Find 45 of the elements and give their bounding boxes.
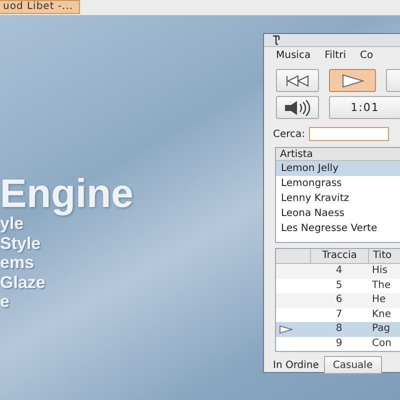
speaker-icon — [284, 100, 312, 116]
column-header[interactable]: Traccia — [310, 249, 368, 263]
wallpaper-text: Style — [0, 234, 41, 253]
previous-icon — [284, 74, 310, 86]
track-number: 8 — [334, 322, 344, 336]
wallpaper-text: ems — [0, 253, 34, 272]
shuffle-button[interactable]: Casuale — [324, 356, 382, 374]
menu-item[interactable]: Musica — [276, 50, 311, 63]
track-number: 7 — [334, 308, 344, 322]
artist-item[interactable]: Leona Naess — [276, 206, 400, 221]
play-icon — [340, 74, 364, 88]
wallpaper-text: yle — [0, 214, 24, 234]
artist-item[interactable]: Les Negresse Verte — [276, 221, 400, 236]
track-number: 5 — [334, 278, 344, 292]
track-number: 6 — [334, 293, 344, 307]
taskbar-button[interactable]: uod Libet -... — [0, 0, 80, 14]
volume-button[interactable] — [276, 96, 319, 119]
track-title: His — [371, 264, 388, 278]
track-row[interactable]: 8 Pag — [276, 322, 400, 336]
track-row[interactable]: 4 His — [276, 264, 400, 278]
menu-item[interactable]: Filtri — [324, 50, 346, 63]
track-title: Con — [371, 336, 392, 350]
track-title: Kne — [371, 308, 392, 322]
order-label: In Ordine — [273, 360, 319, 370]
time-display[interactable]: 1:01 — [329, 96, 400, 119]
artist-item[interactable]: Lemongrass — [276, 176, 400, 191]
wallpaper-title: Engine — [0, 174, 134, 214]
menu-item[interactable]: Co — [360, 50, 374, 63]
track-title: The — [371, 278, 391, 292]
track-number: 9 — [334, 336, 344, 350]
app-icon — [272, 35, 282, 45]
wallpaper-text: e — [0, 292, 10, 312]
wallpaper-text: Glaze — [0, 272, 46, 292]
search-label: Cerca: — [273, 128, 306, 140]
track-row[interactable]: 6 He — [276, 293, 400, 308]
artist-item[interactable]: Lenny Kravitz — [276, 191, 400, 206]
track-number: 4 — [334, 264, 344, 278]
track-title: He — [371, 293, 386, 307]
artist-item[interactable]: Lemon Jelly — [276, 161, 400, 176]
column-header[interactable]: Artista — [276, 148, 400, 161]
prev-button[interactable] — [276, 69, 319, 92]
track-title: Pag — [371, 322, 390, 336]
play-button[interactable] — [329, 69, 376, 92]
search-field[interactable] — [309, 127, 390, 141]
column-header[interactable]: Tito — [368, 249, 392, 263]
